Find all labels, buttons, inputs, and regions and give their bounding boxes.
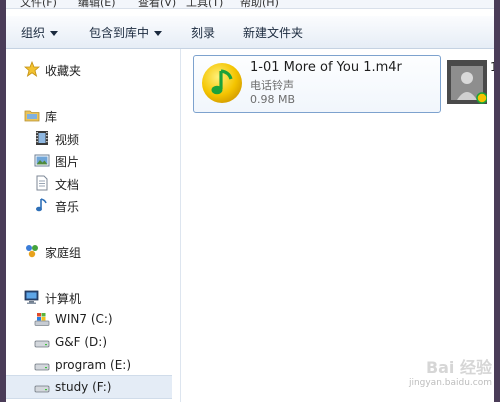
watermark-url: jingyan.baidu.com xyxy=(408,378,492,388)
new-folder-button[interactable]: 新建文件夹 xyxy=(243,24,303,41)
nav-pictures-label: 图片 xyxy=(55,155,80,169)
nav-drive-e-label: program (E:) xyxy=(55,358,132,372)
include-in-library-label: 包含到库中 xyxy=(89,26,150,40)
menu-tools[interactable]: 工具(T) xyxy=(186,0,223,10)
nav-libraries-label: 库 xyxy=(45,110,58,124)
nav-pictures[interactable]: 图片 xyxy=(34,150,164,170)
pictures-library-icon xyxy=(34,154,50,167)
album-file-name: 1 xyxy=(490,60,494,74)
windows-drive-icon xyxy=(34,313,50,326)
nav-favorites[interactable]: 收藏夹 xyxy=(24,59,164,79)
baidu-watermark: Bai 经验 jingyan.baidu.com xyxy=(396,350,494,398)
burn-button[interactable]: 刻录 xyxy=(191,24,215,41)
chevron-down-icon xyxy=(154,31,163,36)
computer-icon xyxy=(24,290,39,304)
documents-library-icon xyxy=(36,175,48,191)
star-icon xyxy=(24,61,40,77)
organize-button[interactable]: 组织 xyxy=(21,24,59,41)
nav-drive-d[interactable]: G&F (D:) xyxy=(34,332,164,352)
organize-label: 组织 xyxy=(21,26,46,40)
nav-drive-c-label: WIN7 (C:) xyxy=(55,312,113,326)
nav-drive-c[interactable]: WIN7 (C:) xyxy=(34,309,164,329)
homegroup-icon xyxy=(26,245,38,258)
file-type: 电话铃声 xyxy=(250,79,294,92)
nav-computer[interactable]: 计算机 xyxy=(24,287,164,307)
nav-drive-f-label: study (F:) xyxy=(55,380,112,394)
nav-homegroup-label: 家庭组 xyxy=(45,246,82,260)
menu-file[interactable]: 文件(F) xyxy=(20,0,57,10)
drive-icon xyxy=(34,363,50,371)
command-bar: 组织 包含到库中 刻录 新建文件夹 xyxy=(6,16,494,49)
file-tile-album[interactable]: 1 xyxy=(443,55,494,111)
navigation-pane: 收藏夹 库 视频 图片 文档 音乐 家庭组 计算机 WIN7 (C:) G&F … xyxy=(6,49,181,402)
nav-drive-f[interactable]: study (F:) xyxy=(6,375,172,399)
video-library-icon xyxy=(36,131,48,145)
new-folder-label: 新建文件夹 xyxy=(243,26,304,40)
qq-music-icon xyxy=(202,63,242,103)
menu-bar: 文件(F) 编辑(E) 查看(V) 工具(T) 帮助(H) xyxy=(6,0,494,9)
chevron-down-icon xyxy=(50,31,59,36)
menu-help[interactable]: 帮助(H) xyxy=(240,0,279,10)
nav-documents-label: 文档 xyxy=(55,178,80,192)
nav-libraries[interactable]: 库 xyxy=(24,105,164,125)
menu-view[interactable]: 查看(V) xyxy=(138,0,176,10)
file-name: 1-01 More of You 1.m4r xyxy=(250,60,402,75)
album-art-icon xyxy=(447,60,487,104)
nav-videos-label: 视频 xyxy=(55,133,80,147)
nav-music[interactable]: 音乐 xyxy=(34,195,164,215)
explorer-window: 文件(F) 编辑(E) 查看(V) 工具(T) 帮助(H) 组织 包含到库中 刻… xyxy=(6,0,494,402)
menu-edit[interactable]: 编辑(E) xyxy=(78,0,116,10)
nav-favorites-label: 收藏夹 xyxy=(45,64,82,78)
burn-label: 刻录 xyxy=(191,26,216,40)
nav-documents[interactable]: 文档 xyxy=(34,173,164,193)
nav-videos[interactable]: 视频 xyxy=(34,128,164,148)
nav-music-label: 音乐 xyxy=(55,200,80,214)
watermark-text: Bai 经验 xyxy=(425,358,492,377)
file-tile-selected[interactable]: 1-01 More of You 1.m4r 电话铃声 0.98 MB xyxy=(193,55,441,113)
nav-computer-label: 计算机 xyxy=(45,292,82,306)
music-library-icon xyxy=(36,198,47,212)
library-folder-icon xyxy=(24,110,40,122)
drive-icon xyxy=(34,385,50,393)
drive-icon xyxy=(34,340,50,348)
nav-homegroup[interactable]: 家庭组 xyxy=(24,241,164,261)
include-in-library-button[interactable]: 包含到库中 xyxy=(89,24,163,41)
file-size: 0.98 MB xyxy=(250,93,296,106)
nav-drive-d-label: G&F (D:) xyxy=(55,335,108,349)
nav-drive-e[interactable]: program (E:) xyxy=(34,355,164,375)
